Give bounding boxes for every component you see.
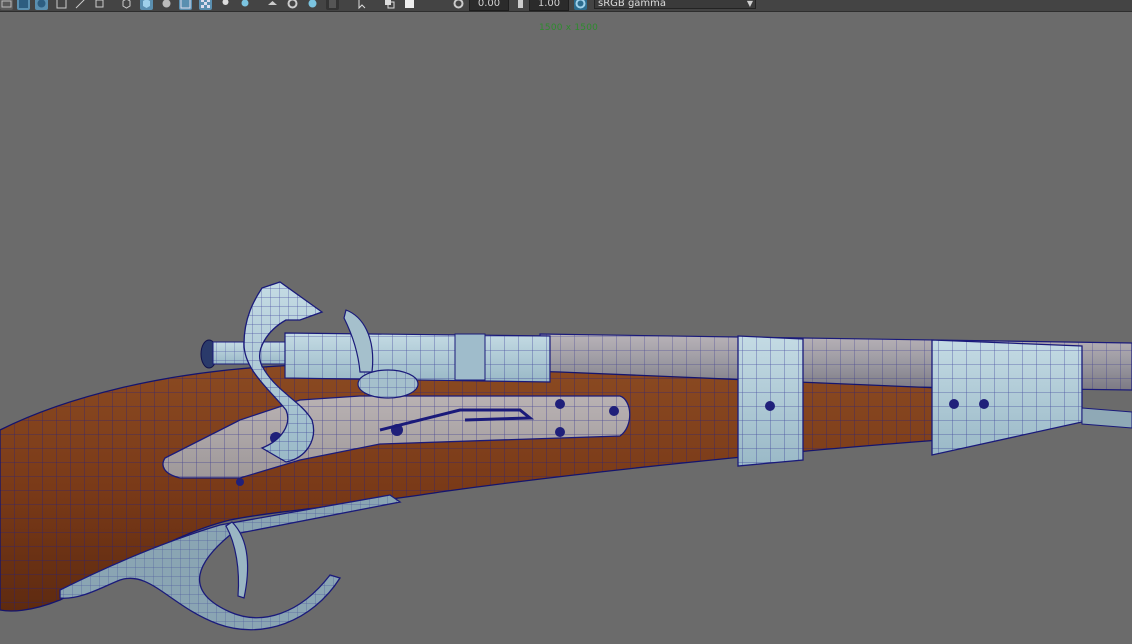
colorspace-label: sRGB gamma: [598, 0, 667, 9]
safe-action-icon[interactable]: [383, 0, 396, 10]
barrel-band-front: [737, 335, 804, 467]
grid-toggle-icon[interactable]: [0, 0, 13, 10]
chevron-down-icon: ▼: [746, 0, 753, 8]
viewport-toolbar: 0.00 1.00 sRGB gamma ▼: [0, 0, 1132, 12]
texture-icon[interactable]: [74, 0, 87, 10]
gamma-input[interactable]: 1.00: [529, 0, 569, 11]
field-chart-icon[interactable]: [403, 0, 416, 10]
motion-blur-icon[interactable]: [238, 0, 251, 10]
ambient-occlusion-icon[interactable]: [219, 0, 232, 10]
xray-icon[interactable]: [120, 0, 133, 10]
antialias-icon[interactable]: [266, 0, 279, 10]
shadow-icon[interactable]: [199, 0, 212, 10]
colorspace-dropdown[interactable]: sRGB gamma ▼: [594, 0, 756, 9]
exposure-input[interactable]: 0.00: [469, 0, 509, 11]
exposure-icon[interactable]: [452, 0, 465, 10]
smooth-shading-icon[interactable]: [35, 0, 48, 10]
xray-active-icon[interactable]: [140, 0, 153, 10]
film-gate-icon[interactable]: [326, 0, 339, 10]
trigger: [225, 521, 249, 599]
wireframe-shading-icon[interactable]: [17, 0, 30, 10]
color-management-icon[interactable]: [574, 0, 587, 10]
resolution-gate-icon[interactable]: [355, 0, 368, 10]
isolate-icon[interactable]: [93, 0, 106, 10]
select-camera-icon[interactable]: [306, 0, 319, 10]
lighting-icon[interactable]: [179, 0, 192, 10]
viewport-3d[interactable]: [0, 12, 1132, 644]
camera-icon[interactable]: [286, 0, 299, 10]
gamma-icon[interactable]: [514, 0, 527, 10]
bounding-box-icon[interactable]: [55, 0, 68, 10]
backface-icon[interactable]: [160, 0, 173, 10]
